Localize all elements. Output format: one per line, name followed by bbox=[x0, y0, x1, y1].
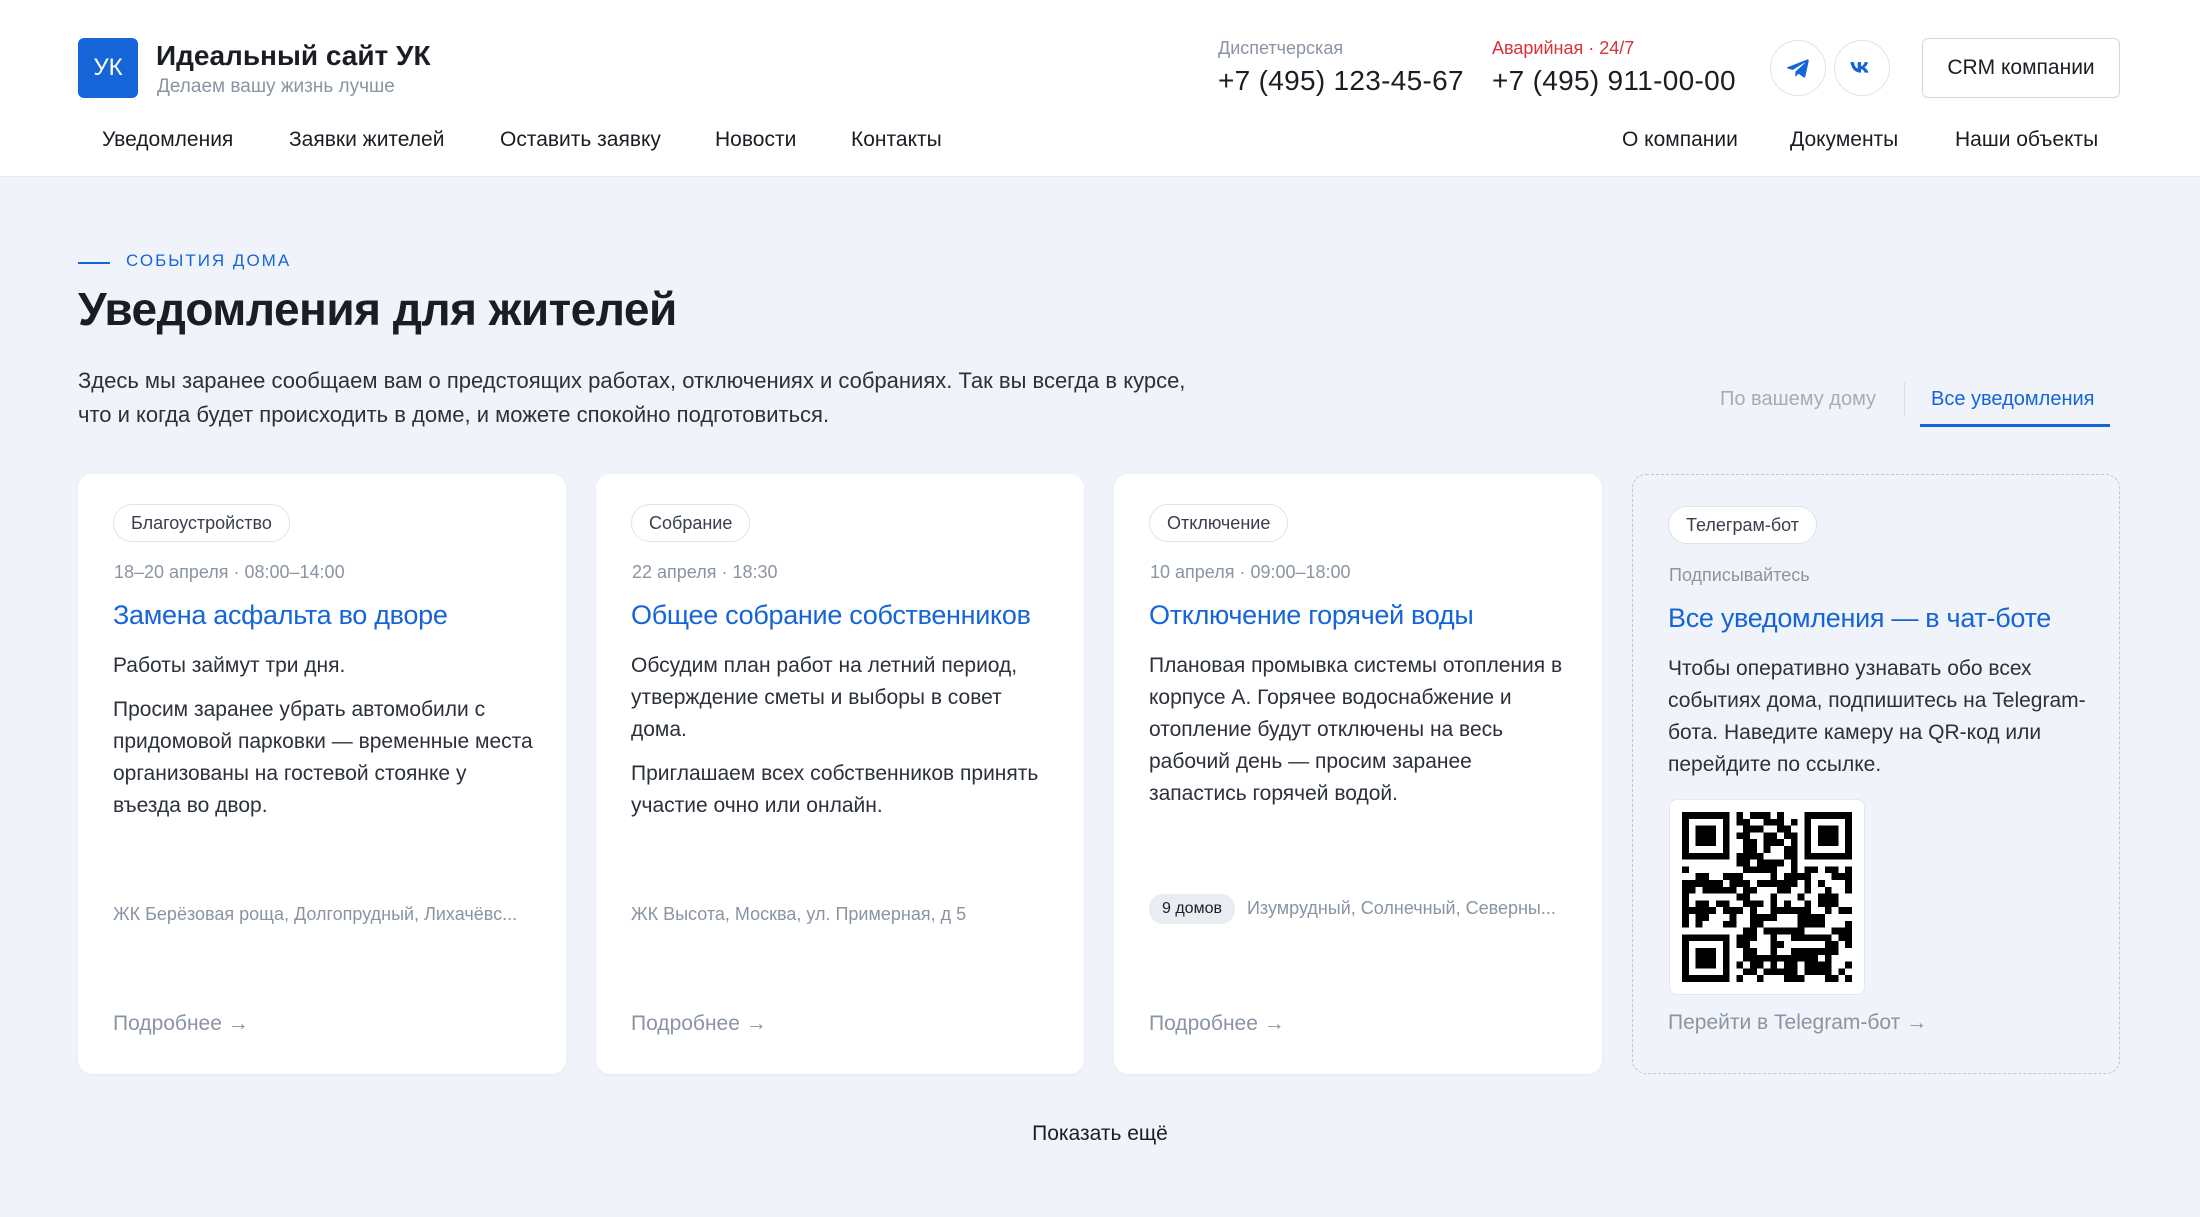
tab-all-notifications[interactable]: Все уведомления bbox=[1931, 388, 2095, 411]
card-location: Изумрудный, Солнечный, Северны... bbox=[1246, 897, 1556, 918]
notification-card[interactable]: Благоустройство 18–20 апреля · 08:00–14:… bbox=[78, 474, 566, 1074]
category-tag: Отключение bbox=[1149, 504, 1289, 542]
show-more-button[interactable]: Показать ещё bbox=[0, 1122, 2200, 1146]
dispatch-contact: Диспетчерская +7 (495) 123-45-67 bbox=[1218, 38, 1464, 97]
card-location: ЖК Берёзовая роща, Долгопрудный, Лихачёв… bbox=[113, 904, 518, 924]
event-date: 22 апреля · 18:30 bbox=[632, 562, 778, 582]
houses-count-badge: 9 домов bbox=[1149, 894, 1235, 924]
dispatch-label: Диспетчерская bbox=[1218, 38, 1344, 58]
category-tag: Собрание bbox=[631, 504, 751, 542]
nav-about[interactable]: О компании bbox=[1622, 128, 1738, 152]
brand-subtitle: Делаем вашу жизнь лучше bbox=[157, 76, 395, 97]
read-more-link[interactable]: Подробнее → bbox=[113, 1012, 249, 1036]
emergency-contact: Аварийная · 24/7 +7 (495) 911-00-00 bbox=[1492, 38, 1736, 97]
card-body: Работы займут три дня. Просим заранее уб… bbox=[113, 650, 533, 822]
event-date: 10 апреля · 09:00–18:00 bbox=[1150, 562, 1351, 582]
category-tag: Благоустройство bbox=[113, 504, 290, 542]
nav-notifications[interactable]: Уведомления bbox=[102, 128, 233, 152]
emergency-phone[interactable]: +7 (495) 911-00-00 bbox=[1492, 65, 1736, 97]
event-date: 18–20 апреля · 08:00–14:00 bbox=[114, 562, 345, 582]
notification-card[interactable]: Отключение 10 апреля · 09:00–18:00 Отклю… bbox=[1114, 474, 1602, 1074]
card-location: ЖК Высота, Москва, ул. Примерная, д 5 bbox=[631, 904, 967, 924]
card-title[interactable]: Общее собрание собственников bbox=[631, 600, 1031, 631]
vk-button[interactable] bbox=[1834, 40, 1890, 96]
telegram-button[interactable] bbox=[1770, 40, 1826, 96]
logo-badge[interactable]: УК bbox=[78, 38, 138, 98]
card-text: Работы займут три дня. bbox=[113, 654, 346, 677]
card-body: Чтобы оперативно узнавать обо всех событ… bbox=[1668, 657, 2086, 776]
read-more-link[interactable]: Подробнее → bbox=[631, 1012, 767, 1036]
page-description: Здесь мы заранее сообщаем вам о предстоя… bbox=[78, 368, 1186, 427]
read-more-link[interactable]: Подробнее → bbox=[1149, 1012, 1285, 1036]
qr-code[interactable] bbox=[1669, 799, 1865, 995]
dispatch-phone[interactable]: +7 (495) 123-45-67 bbox=[1218, 65, 1464, 97]
qr-code-icon bbox=[1682, 812, 1852, 982]
nav-documents[interactable]: Документы bbox=[1790, 128, 1898, 152]
section-eyebrow: СОБЫТИЯ ДОМА bbox=[126, 251, 292, 270]
nav-news[interactable]: Новости bbox=[715, 128, 796, 152]
tab-by-your-house[interactable]: По вашему дому bbox=[1720, 388, 1876, 411]
telegram-bot-link[interactable]: Перейти в Telegram-бот → bbox=[1668, 1011, 1927, 1035]
vk-icon bbox=[1850, 62, 1869, 73]
card-body: Обсудим план работ на летний период, утв… bbox=[631, 650, 1051, 822]
telegram-bot-card: Телеграм-бот Подписывайтесь Все уведомле… bbox=[1632, 474, 2120, 1074]
bot-kicker: Подписывайтесь bbox=[1669, 565, 1810, 585]
card-text: Просим заранее убрать автомобили с придо… bbox=[113, 698, 533, 817]
card-text: Приглашаем всех собственников принять уч… bbox=[631, 762, 1039, 817]
card-body: Плановая промывка системы отопления в ко… bbox=[1149, 650, 1569, 810]
notification-card[interactable]: Собрание 22 апреля · 18:30 Общее собрани… bbox=[596, 474, 1084, 1074]
card-text: Обсудим план работ на летний период, утв… bbox=[631, 654, 1018, 741]
crm-button[interactable]: CRM компании bbox=[1922, 38, 2120, 98]
card-title[interactable]: Отключение горячей воды bbox=[1149, 600, 1474, 631]
nav-leave-request[interactable]: Оставить заявку bbox=[500, 128, 661, 152]
card-text: Плановая промывка системы отопления в ко… bbox=[1149, 654, 1563, 805]
card-location-row: 9 домов Изумрудный, Солнечный, Северны... bbox=[1149, 894, 1569, 924]
card-title[interactable]: Все уведомления — в чат-боте bbox=[1668, 603, 2051, 634]
page-title: Уведомления для жителей bbox=[78, 283, 677, 335]
tab-divider bbox=[1904, 382, 1905, 416]
brand-title[interactable]: Идеальный сайт УК bbox=[156, 40, 431, 72]
site-header: УК Идеальный сайт УК Делаем вашу жизнь л… bbox=[0, 0, 2200, 176]
active-tab-indicator bbox=[1920, 424, 2110, 427]
telegram-icon bbox=[1786, 59, 1809, 78]
card-title[interactable]: Замена асфальта во дворе bbox=[113, 600, 448, 631]
category-tag: Телеграм-бот bbox=[1668, 506, 1818, 544]
eyebrow-line bbox=[78, 262, 110, 264]
nav-resident-requests[interactable]: Заявки жителей bbox=[289, 128, 444, 152]
nav-contacts[interactable]: Контакты bbox=[851, 128, 942, 152]
emergency-label: Аварийная · 24/7 bbox=[1492, 38, 1635, 58]
nav-our-objects[interactable]: Наши объекты bbox=[1955, 128, 2098, 152]
